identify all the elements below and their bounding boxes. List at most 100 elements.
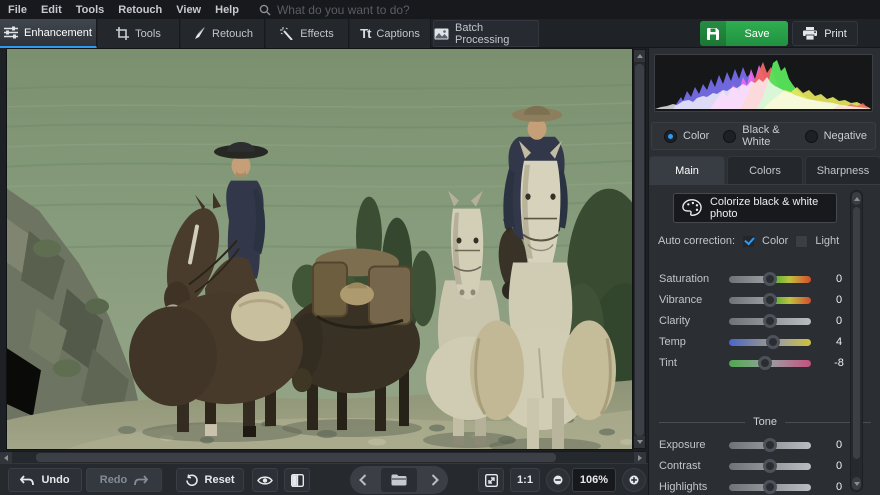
canvas-vertical-scrollbar[interactable] bbox=[633, 49, 646, 449]
slider-row-highlights: Highlights 0 bbox=[649, 479, 880, 495]
panel-tabs: Main Colors Sharpness bbox=[649, 156, 880, 184]
scroll-up-icon[interactable] bbox=[634, 50, 645, 62]
scroll-left-icon[interactable] bbox=[0, 452, 12, 463]
brush-icon bbox=[192, 27, 206, 40]
main-tab-content: Colorize black & white photo Auto correc… bbox=[649, 184, 880, 495]
ribbon-tabbar: Enhancement Tools Retouch Effects Tt Cap… bbox=[0, 19, 880, 48]
redo-icon bbox=[134, 475, 148, 486]
next-photo-icon[interactable] bbox=[431, 474, 439, 486]
radio-color[interactable] bbox=[664, 130, 677, 143]
menu-tools[interactable]: Tools bbox=[76, 4, 105, 16]
contrast-knob[interactable] bbox=[763, 459, 777, 473]
menu-help[interactable]: Help bbox=[215, 4, 239, 16]
vibrance-knob[interactable] bbox=[763, 293, 777, 307]
canvas-area: Undo Redo Reset bbox=[0, 48, 648, 495]
auto-correction-row: Auto correction: Color Light bbox=[658, 233, 868, 249]
auto-light-checkbox[interactable] bbox=[795, 235, 808, 248]
fit-to-screen-button[interactable] bbox=[478, 468, 504, 492]
exposure-slider[interactable] bbox=[729, 442, 811, 449]
photo-editor-window: File Edit Tools Retouch View Help Enhanc… bbox=[0, 0, 880, 495]
before-after-button[interactable] bbox=[284, 468, 310, 492]
saturation-slider[interactable] bbox=[729, 276, 811, 283]
zoom-actual-size-button[interactable]: 1:1 bbox=[510, 468, 540, 492]
redo-button[interactable]: Redo bbox=[86, 468, 162, 492]
slider-row-vibrance: Vibrance 0 bbox=[649, 292, 880, 308]
tab-effects[interactable]: Effects bbox=[266, 19, 349, 48]
photo-canvas[interactable] bbox=[7, 49, 632, 449]
slider-row-tint: Tint -8 bbox=[649, 355, 880, 371]
colorize-button[interactable]: Colorize black & white photo bbox=[673, 193, 837, 223]
radio-negative[interactable] bbox=[805, 130, 818, 143]
slider-row-temp: Temp 4 bbox=[649, 334, 880, 350]
highlights-knob[interactable] bbox=[763, 480, 777, 494]
contrast-slider[interactable] bbox=[729, 463, 811, 470]
reset-icon bbox=[186, 474, 198, 486]
canvas-horizontal-scrollbar[interactable] bbox=[0, 451, 646, 463]
undo-icon bbox=[20, 475, 34, 486]
menu-retouch[interactable]: Retouch bbox=[118, 4, 162, 16]
print-button[interactable]: Print bbox=[792, 21, 858, 46]
plus-icon bbox=[629, 475, 639, 485]
tint-slider[interactable] bbox=[729, 360, 811, 367]
menu-view[interactable]: View bbox=[176, 4, 201, 16]
auto-color-checkbox[interactable] bbox=[742, 235, 755, 248]
minus-icon bbox=[553, 475, 563, 485]
reset-button[interactable]: Reset bbox=[176, 468, 244, 492]
preview-original-button[interactable] bbox=[252, 468, 278, 492]
scroll-right-icon[interactable] bbox=[634, 452, 646, 463]
save-button[interactable]: Save bbox=[700, 21, 788, 46]
panel-scroll-down-icon[interactable] bbox=[852, 477, 861, 490]
tab-retouch[interactable]: Retouch bbox=[181, 19, 265, 48]
zoom-in-button[interactable] bbox=[622, 468, 646, 492]
temp-knob[interactable] bbox=[766, 335, 780, 349]
highlights-slider[interactable] bbox=[729, 484, 811, 491]
scroll-down-icon[interactable] bbox=[634, 436, 645, 448]
menu-edit[interactable]: Edit bbox=[41, 4, 62, 16]
vibrance-slider[interactable] bbox=[729, 297, 811, 304]
tab-enhancement[interactable]: Enhancement bbox=[0, 19, 97, 48]
crop-icon bbox=[116, 27, 129, 40]
tab-batch-processing[interactable]: Batch Processing bbox=[433, 20, 539, 47]
clarity-knob[interactable] bbox=[763, 314, 777, 328]
saturation-knob[interactable] bbox=[763, 272, 777, 286]
radio-black-white[interactable] bbox=[723, 130, 736, 143]
tone-section-header: Tone bbox=[649, 415, 880, 429]
temp-slider[interactable] bbox=[729, 339, 811, 346]
panel-scroll-up-icon[interactable] bbox=[852, 192, 861, 205]
tab-tools[interactable]: Tools bbox=[98, 19, 180, 48]
zoom-level-display[interactable]: 106% bbox=[572, 468, 616, 492]
tab-main[interactable]: Main bbox=[649, 156, 725, 184]
menubar: File Edit Tools Retouch View Help bbox=[0, 0, 880, 19]
sliders-icon bbox=[4, 26, 18, 39]
save-icon bbox=[700, 21, 726, 46]
tab-colors[interactable]: Colors bbox=[727, 156, 803, 184]
search-input[interactable] bbox=[277, 3, 497, 17]
panel-scroll-thumb[interactable] bbox=[853, 207, 860, 459]
exposure-knob[interactable] bbox=[763, 438, 777, 452]
bottom-toolbar: Undo Redo Reset bbox=[0, 463, 648, 495]
vertical-scroll-thumb[interactable] bbox=[635, 64, 644, 436]
slider-row-saturation: Saturation 0 bbox=[649, 271, 880, 287]
folder-icon bbox=[391, 474, 407, 486]
search-icon bbox=[259, 4, 271, 16]
tab-sharpness[interactable]: Sharpness bbox=[805, 156, 880, 184]
menu-file[interactable]: File bbox=[8, 4, 27, 16]
text-icon: Tt bbox=[360, 26, 370, 41]
adjustments-panel: Color Black & White Negative Main Colors… bbox=[648, 48, 880, 495]
fit-screen-icon bbox=[485, 474, 498, 487]
slider-row-contrast: Contrast 0 bbox=[649, 458, 880, 474]
eye-icon bbox=[257, 475, 273, 486]
clarity-slider[interactable] bbox=[729, 318, 811, 325]
open-folder-button[interactable] bbox=[381, 468, 417, 492]
tint-knob[interactable] bbox=[758, 356, 772, 370]
photo-navigator bbox=[350, 466, 448, 494]
photo-image bbox=[7, 49, 632, 449]
panel-scrollbar[interactable] bbox=[850, 190, 863, 492]
slider-row-clarity: Clarity 0 bbox=[649, 313, 880, 329]
wand-icon bbox=[280, 27, 294, 40]
undo-button[interactable]: Undo bbox=[8, 468, 82, 492]
prev-photo-icon[interactable] bbox=[359, 474, 367, 486]
tab-captions[interactable]: Tt Captions bbox=[350, 19, 431, 48]
zoom-out-button[interactable] bbox=[546, 468, 570, 492]
horizontal-scroll-thumb[interactable] bbox=[36, 453, 556, 462]
